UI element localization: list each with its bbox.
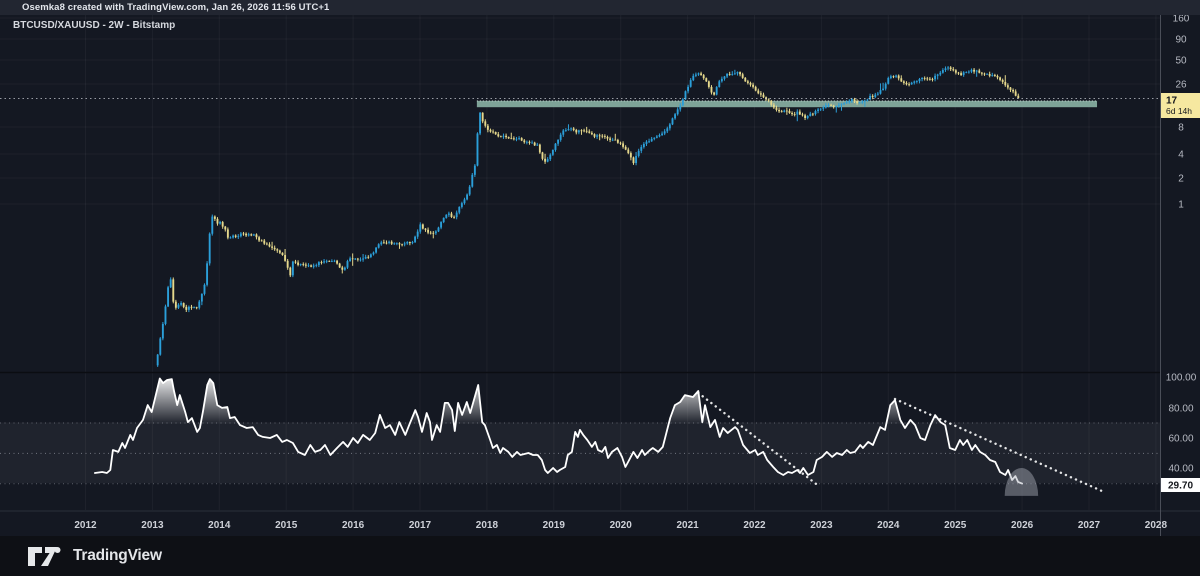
year-label: 2023	[810, 520, 833, 531]
tradingview-logo-icon[interactable]	[27, 545, 65, 567]
price-axis-tick: 1	[1178, 200, 1184, 211]
symbol-legend[interactable]: BTCUSD/XAUUSD - 2W - Bitstamp	[13, 20, 175, 31]
price-axis-tick: 4	[1178, 150, 1184, 161]
tradingview-chart-window: Osemka8 created with TradingView.com, Ja…	[0, 0, 1200, 576]
resistance-zone	[476, 100, 1098, 108]
year-label: 2012	[74, 520, 97, 531]
year-label: 2025	[944, 520, 967, 531]
price-axis-tick: 26	[1175, 80, 1187, 91]
year-label: 2027	[1078, 520, 1101, 531]
chart-canvas[interactable]: 1609050268421100.0080.0060.0040.002012 20…	[0, 0, 1200, 536]
year-label: 2018	[476, 520, 499, 531]
attribution-text: Osemka8 created with TradingView.com, Ja…	[22, 2, 330, 13]
rsi-badge-value: 29.70	[1168, 481, 1193, 492]
year-label: 2013	[141, 520, 164, 531]
rsi-axis-tick: 60.00	[1168, 434, 1193, 445]
price-badge: 176d 14h	[1161, 93, 1200, 118]
year-label: 2024	[877, 520, 900, 531]
rsi-axis-tick: 40.00	[1168, 464, 1193, 475]
year-label: 2016	[342, 520, 365, 531]
year-label: 2022	[743, 520, 766, 531]
year-label: 2017	[409, 520, 432, 531]
year-label: 2020	[610, 520, 633, 531]
rsi-value-badge: 29.70	[1161, 478, 1200, 492]
price-badge-countdown: 6d 14h	[1166, 106, 1192, 116]
price-badge-value: 17	[1166, 96, 1178, 107]
price-axis-tick: 90	[1175, 35, 1187, 46]
year-label: 2014	[208, 520, 231, 531]
year-label: 2021	[676, 520, 699, 531]
price-axis-tick: 160	[1173, 14, 1190, 25]
rsi-axis-tick: 100.00	[1166, 373, 1197, 384]
price-axis-tick: 50	[1175, 56, 1187, 67]
year-label: 2028	[1145, 520, 1168, 531]
time-scale-labels: 2012 2013 2014 2015 2016 2017 2018 2019 2020 2021…	[74, 520, 1167, 531]
year-label: 2019	[543, 520, 566, 531]
year-label: 2026	[1011, 520, 1034, 531]
price-axis-tick: 2	[1178, 174, 1184, 185]
footer-bar: TradingView	[0, 536, 1200, 576]
footer-brand-text[interactable]: TradingView	[73, 547, 162, 565]
rsi-axis-tick: 80.00	[1168, 404, 1193, 415]
price-scale-labels: 160 90 50 26 8 4 2 1 100.00 80.00 60.00 40.00	[1166, 14, 1197, 475]
year-label: 2015	[275, 520, 298, 531]
attribution-bar: Osemka8 created with TradingView.com, Ja…	[0, 0, 1200, 15]
price-axis-tick: 8	[1178, 123, 1184, 134]
